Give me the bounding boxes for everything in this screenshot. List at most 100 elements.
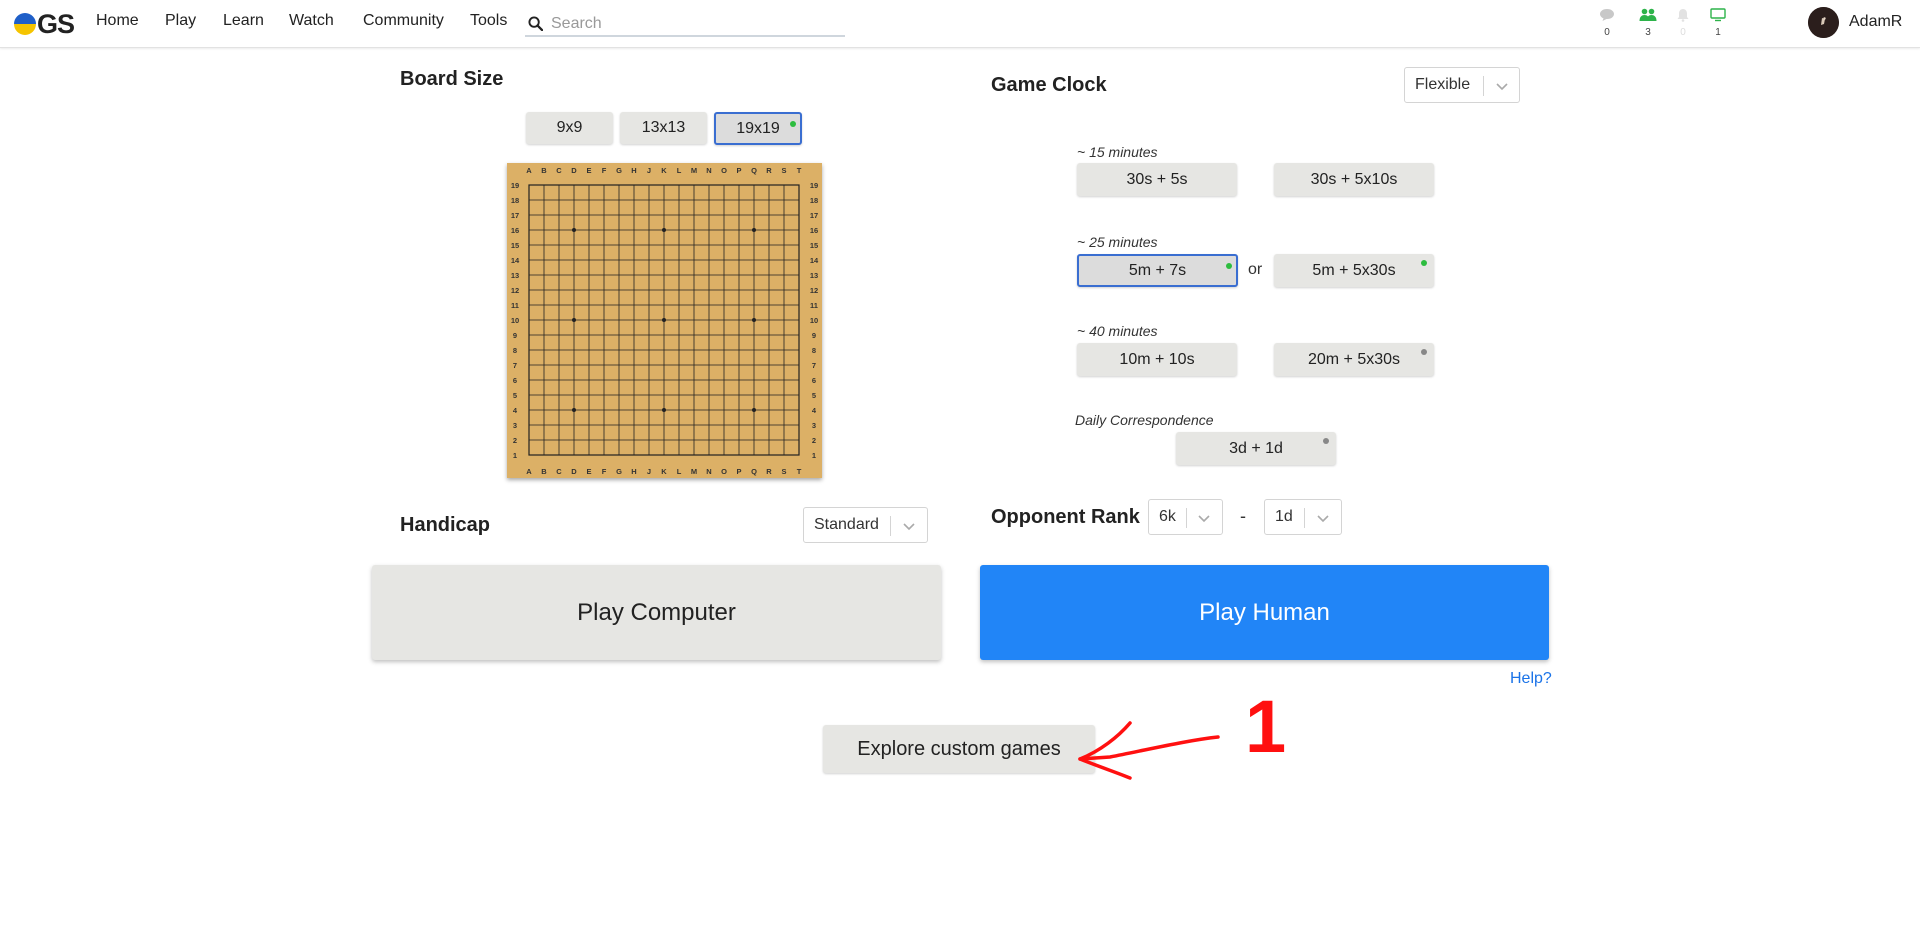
rank-max-select[interactable]: 1d bbox=[1264, 499, 1342, 535]
board-coordinate-label: E bbox=[586, 166, 591, 175]
go-board-preview: AABBCCDDEEFFGGHHJJKKLLMMNNOOPPQQRRSSTT19… bbox=[507, 163, 822, 478]
clock-mode-value: Flexible bbox=[1415, 76, 1471, 93]
handicap-select[interactable]: Standard bbox=[803, 507, 928, 543]
annotation-number: 1 bbox=[1245, 685, 1287, 768]
board-coordinate-label: F bbox=[602, 166, 607, 175]
board-coordinate-label: J bbox=[647, 166, 651, 175]
board-coordinate-label: L bbox=[677, 467, 682, 476]
board-coordinate-label: L bbox=[677, 166, 682, 175]
time-group-label-15min: ~ 15 minutes bbox=[1077, 144, 1158, 160]
board-coordinate-label: 14 bbox=[810, 256, 819, 265]
board-coordinate-label: 2 bbox=[513, 436, 517, 445]
nav-link-play[interactable]: Play bbox=[165, 12, 196, 30]
username[interactable]: AdamR bbox=[1849, 13, 1902, 31]
board-coordinate-label: 16 bbox=[511, 226, 519, 235]
play-computer-button[interactable]: Play Computer bbox=[372, 565, 941, 660]
clock-20m-5x30s-button[interactable]: 20m + 5x30s bbox=[1274, 343, 1434, 376]
board-size-9x9-button[interactable]: 9x9 bbox=[526, 112, 613, 144]
availability-dot bbox=[1421, 260, 1427, 266]
board-coordinate-label: 9 bbox=[812, 331, 816, 340]
friends-button[interactable]: 3 bbox=[1635, 8, 1661, 38]
board-coordinate-label: K bbox=[661, 467, 667, 476]
logo-circle-icon bbox=[14, 13, 36, 35]
board-coordinate-label: 8 bbox=[812, 346, 816, 355]
clock-option-label: 10m + 10s bbox=[1119, 350, 1195, 368]
user-avatar[interactable] bbox=[1808, 7, 1839, 38]
or-separator: or bbox=[1248, 261, 1263, 278]
board-coordinate-label: K bbox=[661, 166, 667, 175]
clock-5m-5x30s-button[interactable]: 5m + 5x30s bbox=[1274, 254, 1434, 287]
top-navbar: GS Home Play Learn Watch Community Tools… bbox=[0, 0, 1920, 48]
clock-option-label: 3d + 1d bbox=[1229, 439, 1283, 457]
board-coordinate-label: P bbox=[736, 467, 741, 476]
board-coordinate-label: 14 bbox=[511, 256, 520, 265]
search-icon bbox=[528, 16, 543, 31]
nav-link-community[interactable]: Community bbox=[363, 12, 444, 30]
board-coordinate-label: Q bbox=[751, 467, 757, 476]
board-coordinate-label: N bbox=[706, 166, 711, 175]
board-coordinate-label: 2 bbox=[812, 436, 816, 445]
board-coordinate-label: 3 bbox=[812, 421, 816, 430]
board-coordinate-label: A bbox=[526, 166, 532, 175]
clock-30s-5x10s-button[interactable]: 30s + 5x10s bbox=[1274, 163, 1434, 196]
clock-3d-1d-button[interactable]: 3d + 1d bbox=[1176, 432, 1336, 465]
board-coordinate-label: B bbox=[541, 467, 547, 476]
board-size-title: Board Size bbox=[400, 68, 504, 90]
chevron-down-icon bbox=[1317, 515, 1329, 523]
nav-link-learn[interactable]: Learn bbox=[223, 12, 264, 30]
board-coordinate-label: C bbox=[556, 467, 562, 476]
board-coordinate-label: 16 bbox=[810, 226, 818, 235]
clock-5m-7s-button[interactable]: 5m + 7s bbox=[1077, 254, 1238, 287]
play-human-button[interactable]: Play Human bbox=[980, 565, 1549, 660]
board-coordinate-label: 8 bbox=[513, 346, 517, 355]
clock-30s-5s-button[interactable]: 30s + 5s bbox=[1077, 163, 1237, 196]
nav-link-watch[interactable]: Watch bbox=[289, 12, 334, 30]
board-coordinate-label: E bbox=[586, 467, 591, 476]
search-bar[interactable] bbox=[525, 12, 845, 37]
time-group-label-40min: ~ 40 minutes bbox=[1077, 323, 1158, 339]
explore-custom-games-button[interactable]: Explore custom games bbox=[823, 725, 1095, 773]
availability-dot bbox=[1421, 349, 1427, 355]
rank-min-value: 6k bbox=[1159, 508, 1176, 525]
notifications-button[interactable]: 0 bbox=[1670, 8, 1696, 38]
board-coordinate-label: C bbox=[556, 166, 562, 175]
star-point bbox=[752, 318, 756, 322]
chevron-down-icon bbox=[1198, 515, 1210, 523]
board-coordinate-label: 15 bbox=[810, 241, 818, 250]
clock-option-label: 30s + 5s bbox=[1126, 170, 1188, 188]
ogs-logo[interactable]: GS bbox=[14, 9, 75, 39]
board-coordinate-label: 7 bbox=[812, 361, 816, 370]
nav-link-tools[interactable]: Tools bbox=[470, 12, 507, 30]
help-link[interactable]: Help? bbox=[1510, 670, 1552, 688]
friends-icon bbox=[1639, 8, 1657, 21]
board-coordinate-label: 13 bbox=[511, 271, 519, 280]
board-coordinate-label: 11 bbox=[511, 301, 519, 310]
chat-icon bbox=[1600, 9, 1614, 21]
board-coordinate-label: R bbox=[766, 467, 772, 476]
board-coordinate-label: N bbox=[706, 467, 711, 476]
friends-count: 3 bbox=[1645, 27, 1651, 38]
board-size-19x19-button[interactable]: 19x19 bbox=[714, 112, 802, 145]
search-input[interactable] bbox=[549, 13, 833, 34]
board-coordinate-label: 18 bbox=[511, 196, 519, 205]
select-divider bbox=[1483, 76, 1484, 96]
clock-mode-select[interactable]: Flexible bbox=[1404, 67, 1520, 103]
board-coordinate-label: 11 bbox=[810, 301, 818, 310]
board-size-13x13-button[interactable]: 13x13 bbox=[620, 112, 707, 144]
selected-indicator-dot bbox=[790, 121, 796, 127]
clock-10m-10s-button[interactable]: 10m + 10s bbox=[1077, 343, 1237, 376]
chat-button[interactable]: 0 bbox=[1594, 8, 1620, 38]
rank-max-value: 1d bbox=[1275, 508, 1293, 525]
board-coordinate-label: F bbox=[602, 467, 607, 476]
board-coordinate-label: J bbox=[647, 467, 651, 476]
bell-icon bbox=[1677, 9, 1689, 22]
rank-min-select[interactable]: 6k bbox=[1148, 499, 1223, 535]
play-computer-label: Play Computer bbox=[577, 598, 736, 626]
avatar-image-icon bbox=[1808, 7, 1839, 38]
chat-count: 0 bbox=[1604, 27, 1610, 38]
board-coordinate-label: G bbox=[616, 166, 622, 175]
nav-link-home[interactable]: Home bbox=[96, 12, 139, 30]
active-games-button[interactable]: 1 bbox=[1705, 8, 1731, 38]
board-coordinate-label: A bbox=[526, 467, 532, 476]
board-coordinate-label: O bbox=[721, 467, 727, 476]
